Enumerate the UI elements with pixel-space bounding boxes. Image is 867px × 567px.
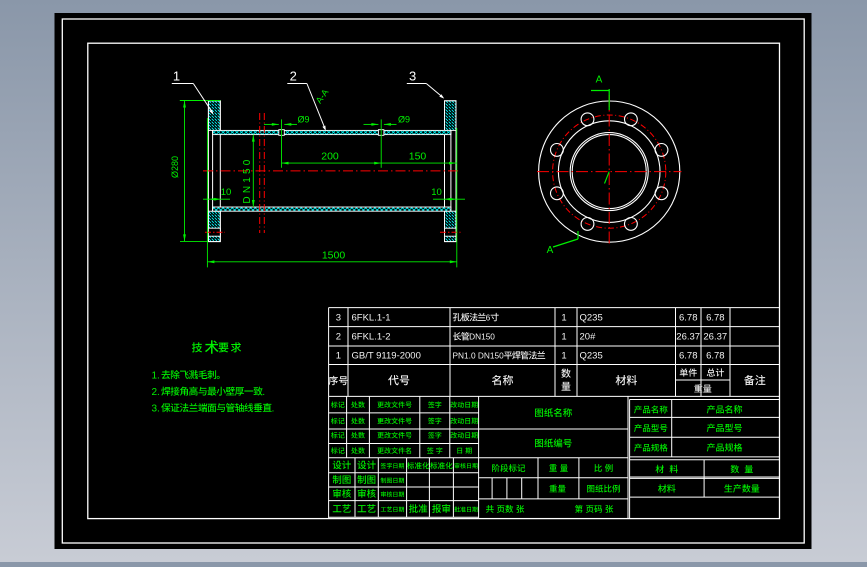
svg-text:3: 3: [409, 69, 416, 84]
svg-text:Ø280: Ø280: [170, 156, 180, 178]
svg-text:.: .: [262, 387, 265, 398]
svg-text:Q235: Q235: [580, 351, 603, 362]
svg-text:26.37: 26.37: [676, 332, 700, 343]
svg-text:6FKL.1-2: 6FKL.1-2: [352, 332, 391, 343]
svg-text:A: A: [547, 245, 554, 256]
svg-text:3: 3: [336, 313, 341, 324]
svg-text:6.78: 6.78: [706, 313, 725, 324]
svg-text:PN1.0 DN150: PN1.0 DN150: [453, 351, 505, 361]
svg-text:1.: 1.: [152, 370, 160, 381]
svg-text:1500: 1500: [322, 249, 346, 261]
svg-text:1: 1: [561, 332, 566, 343]
svg-text:1: 1: [173, 69, 180, 84]
svg-text:6.78: 6.78: [679, 313, 698, 324]
svg-text:10: 10: [431, 187, 442, 198]
svg-text:.: .: [272, 403, 275, 414]
svg-text:6.78: 6.78: [706, 351, 725, 362]
svg-text:Ø9: Ø9: [398, 114, 410, 124]
svg-text:3.: 3.: [152, 403, 160, 414]
svg-text:Q235: Q235: [580, 313, 603, 324]
svg-text:20#: 20#: [580, 332, 597, 343]
svg-text:2: 2: [336, 332, 341, 343]
svg-text:6: 6: [486, 313, 491, 323]
svg-text:1: 1: [336, 351, 341, 362]
svg-text:A: A: [596, 75, 603, 86]
svg-text:26.37: 26.37: [703, 332, 727, 343]
svg-text:10: 10: [221, 187, 232, 198]
svg-text:1: 1: [561, 351, 566, 362]
svg-text:GB/T 9119-2000: GB/T 9119-2000: [352, 351, 421, 362]
svg-text:DN150: DN150: [469, 332, 495, 342]
svg-text:2: 2: [290, 69, 297, 84]
svg-text:200: 200: [321, 150, 339, 162]
svg-text:Ø9: Ø9: [298, 114, 310, 124]
svg-text:6.78: 6.78: [679, 351, 698, 362]
svg-text:2.: 2.: [152, 387, 160, 398]
svg-text:6FKL.1-1: 6FKL.1-1: [352, 313, 391, 324]
svg-text:1: 1: [561, 313, 566, 324]
svg-text:150: 150: [409, 150, 427, 162]
svg-text:DN150: DN150: [242, 156, 253, 203]
